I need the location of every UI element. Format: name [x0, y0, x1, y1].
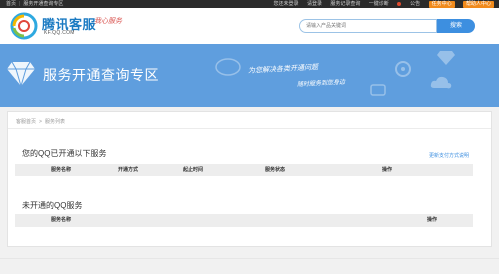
- content-panel: 客服首页 > 服务列表 您的QQ已开通以下服务 更新支付方式说明 服务名称 开通方式…: [7, 111, 492, 247]
- search-button[interactable]: 搜索: [437, 19, 475, 33]
- topbar-current-page[interactable]: 服务开通查询专区: [23, 1, 63, 7]
- banner-slogan-line1: 为您解决各类开通问题: [247, 63, 319, 75]
- breadcrumb-arrow: >: [39, 119, 42, 125]
- diamond-icon: [7, 61, 35, 88]
- gear-icon: [395, 61, 411, 77]
- diagnose-link[interactable]: 一键诊断: [369, 1, 389, 7]
- notice-icon: [397, 1, 402, 6]
- notice-label: 公告: [410, 1, 421, 7]
- header: 腾讯客服 KF.QQ.COM 我心服务 搜索: [0, 8, 499, 44]
- breadcrumb-current: 服务列表: [44, 119, 65, 125]
- login-link[interactable]: 请登录: [307, 1, 322, 7]
- banner-slogan-line2: 随时服务到您身边: [296, 78, 346, 89]
- column-header: 操作: [382, 167, 393, 173]
- not-opened-table-header: 服务名称 操作: [15, 214, 473, 227]
- column-header: 开通方式: [118, 167, 139, 173]
- opened-services-title: 您的QQ已开通以下服务: [22, 149, 107, 158]
- speech-bubble-icon: [215, 58, 241, 76]
- task-center-button[interactable]: 任务中心: [428, 1, 455, 8]
- column-header: 服务名称: [51, 217, 72, 223]
- payment-help-link[interactable]: 更新支付方式说明: [429, 152, 469, 159]
- banner: 服务开通查询专区 为您解决各类开通问题 随时服务到您身边: [0, 44, 499, 107]
- cloud-icon: [430, 76, 452, 89]
- phone-icon: [370, 84, 386, 96]
- footer-divider: [0, 258, 499, 259]
- breadcrumb-home[interactable]: 客服首页: [16, 119, 36, 125]
- not-opened-services-title: 未开通的QQ服务: [22, 201, 83, 210]
- divider: [8, 128, 491, 129]
- service-record-link[interactable]: 服务记录查询: [330, 1, 360, 7]
- notice-link[interactable]: 公告: [397, 1, 420, 7]
- kf-logo-icon[interactable]: [10, 12, 38, 40]
- brand-handwriting: 我心服务: [94, 17, 122, 25]
- login-status-text: 您还未登录: [273, 1, 299, 7]
- breadcrumb: 客服首页 > 服务列表: [16, 118, 65, 125]
- topbar-home-link[interactable]: 首页: [6, 1, 16, 7]
- column-header: 操作: [427, 217, 438, 223]
- column-header: 起止时间: [183, 167, 204, 173]
- column-header: 服务名称: [51, 167, 72, 173]
- brand-subtitle: KF.QQ.COM: [44, 30, 75, 36]
- small-diamond-icon: [437, 51, 455, 65]
- column-header: 服务状态: [265, 167, 286, 173]
- opened-table-header: 服务名称 开通方式 起止时间 服务状态 操作: [15, 164, 473, 176]
- banner-title: 服务开通查询专区: [43, 67, 159, 83]
- top-bar: 首页 | 服务开通查询专区 您还未登录 请登录 服务记录查询 一键诊断 公告 任务中…: [0, 0, 499, 8]
- topbar-separator: |: [19, 1, 21, 7]
- search-input[interactable]: [299, 19, 437, 33]
- help-center-button[interactable]: 帮助人中心: [462, 1, 494, 8]
